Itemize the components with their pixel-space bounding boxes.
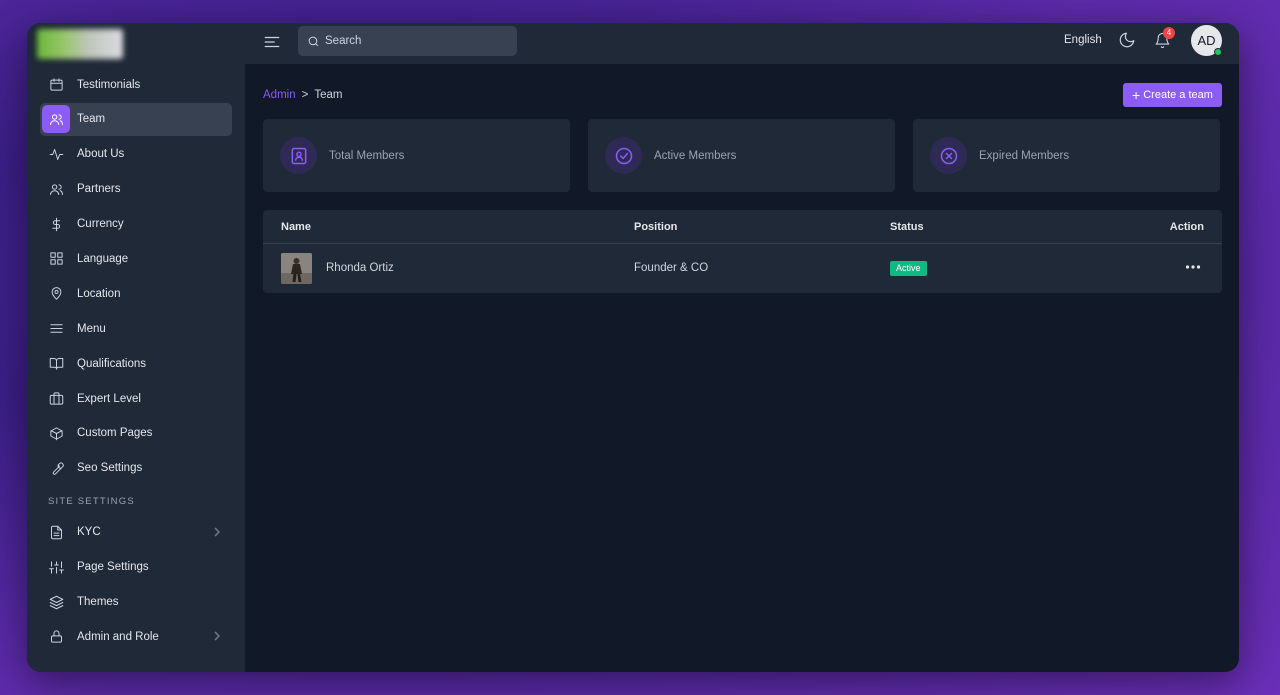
member-position: Founder & CO (634, 262, 709, 274)
search-box[interactable] (298, 26, 517, 56)
sidebar-item-themes[interactable]: Themes (40, 586, 232, 619)
dollar-icon (42, 210, 70, 238)
breadcrumb-current: Team (314, 89, 343, 101)
sidebar-item-location[interactable]: Location (40, 277, 232, 310)
search-input[interactable] (325, 35, 505, 47)
app-window: Testimonials Team About Us Partners Curr… (27, 23, 1239, 672)
moon-icon[interactable] (1118, 31, 1136, 49)
sidebar-item-label: Testimonials (77, 78, 141, 91)
chevron-right-icon (212, 631, 222, 642)
calendar-icon (42, 71, 70, 99)
sidebar-item-seo-settings[interactable]: Seo Settings (40, 452, 232, 485)
main-content: Admin > Team + Create a team Total Membe… (245, 65, 1239, 672)
column-header-status[interactable]: Status (890, 221, 924, 233)
sidebar: Testimonials Team About Us Partners Curr… (27, 23, 245, 672)
sidebar-item-language[interactable]: Language (40, 242, 232, 275)
sidebar-item-qualifications[interactable]: Qualifications (40, 347, 232, 380)
check-circle-icon (605, 137, 642, 174)
language-selector[interactable]: English (1064, 34, 1102, 46)
sidebar-item-label: Custom Pages (77, 427, 153, 440)
file-icon (42, 518, 70, 546)
status-badge: Active (890, 261, 927, 276)
search-icon (308, 36, 319, 46)
sidebar-item-expert-level[interactable]: Expert Level (40, 382, 232, 415)
menu-toggle-icon[interactable] (263, 33, 281, 51)
column-header-name[interactable]: Name (281, 221, 311, 233)
sidebar-item-kyc[interactable]: KYC (40, 516, 232, 549)
sidebar-item-label: Location (77, 287, 121, 300)
sidebar-item-label: Qualifications (77, 357, 147, 370)
member-photo (281, 253, 312, 284)
stat-label: Total Members (329, 149, 405, 162)
wrench-icon (42, 454, 70, 482)
breadcrumb-separator: > (301, 89, 309, 101)
sidebar-item-label: KYC (77, 526, 101, 539)
id-badge-icon (280, 137, 317, 174)
partners-icon (42, 175, 70, 203)
breadcrumb: Admin > Team (263, 89, 342, 101)
plus-icon: + (1132, 86, 1141, 103)
book-icon (42, 350, 70, 378)
menu-icon (42, 315, 70, 343)
notification-badge: 4 (1163, 27, 1175, 39)
briefcase-icon (42, 385, 70, 413)
sidebar-item-menu[interactable]: Menu (40, 312, 232, 345)
sidebar-item-testimonials[interactable]: Testimonials (40, 68, 232, 101)
sidebar-item-about-us[interactable]: About Us (40, 138, 232, 171)
sidebar-item-label: Currency (77, 218, 124, 231)
sidebar-item-custom-pages[interactable]: Custom Pages (40, 417, 232, 450)
brand-logo[interactable] (37, 29, 123, 59)
stat-label: Active Members (654, 149, 737, 162)
stat-card-active-members: Active Members (588, 119, 895, 192)
sidebar-item-admin-and-role[interactable]: Admin and Role (40, 620, 232, 653)
create-team-label: Create a team (1143, 89, 1213, 101)
table-row[interactable]: Rhonda Ortiz Founder & CO Active (263, 244, 1222, 292)
breadcrumb-admin-link[interactable]: Admin (263, 89, 296, 101)
sidebar-item-currency[interactable]: Currency (40, 208, 232, 241)
activity-icon (42, 140, 70, 168)
lock-icon (42, 623, 70, 651)
sidebar-item-label: Expert Level (77, 392, 141, 405)
chevron-right-icon (212, 527, 222, 537)
stat-card-expired-members: Expired Members (913, 119, 1220, 192)
more-actions-icon[interactable] (1185, 260, 1201, 274)
users-icon (42, 105, 70, 134)
member-name: Rhonda Ortiz (326, 262, 394, 274)
stat-card-total-members: Total Members (263, 119, 570, 192)
sidebar-item-label: Seo Settings (77, 462, 143, 475)
section-label-site-settings: SITE SETTINGS (48, 495, 135, 507)
sidebar-item-label: Menu (77, 322, 106, 335)
team-table: Name Position Status Action Rhonda Ortiz (263, 210, 1222, 293)
create-team-button[interactable]: + Create a team (1123, 83, 1222, 107)
sidebar-item-label: About Us (77, 148, 125, 161)
sidebar-item-label: Themes (77, 596, 119, 609)
sidebar-item-label: Admin and Role (77, 630, 159, 643)
stat-label: Expired Members (979, 149, 1070, 162)
table-header: Name Position Status Action (263, 210, 1222, 244)
sidebar-item-label: Page Settings (77, 561, 149, 574)
map-pin-icon (42, 280, 70, 308)
sidebar-item-label: Language (77, 252, 129, 265)
sidebar-item-partners[interactable]: Partners (40, 173, 232, 206)
online-status-dot (1214, 48, 1222, 56)
box-icon (42, 419, 70, 447)
sidebar-item-label: Team (77, 113, 106, 126)
sidebar-item-page-settings[interactable]: Page Settings (40, 551, 232, 584)
stats-cards: Total Members Active Members Expired Mem… (263, 119, 1220, 192)
layers-icon (42, 588, 70, 616)
sidebar-nav: Testimonials Team About Us Partners Curr… (40, 68, 232, 655)
sidebar-item-team[interactable]: Team (40, 102, 232, 136)
grid-icon (42, 245, 70, 273)
column-header-position[interactable]: Position (634, 221, 677, 233)
column-header-action: Action (1169, 221, 1204, 233)
top-bar: English 4 AD (245, 23, 1239, 65)
sidebar-item-label: Partners (77, 183, 121, 196)
x-circle-icon (930, 137, 967, 174)
sliders-icon (42, 553, 70, 581)
